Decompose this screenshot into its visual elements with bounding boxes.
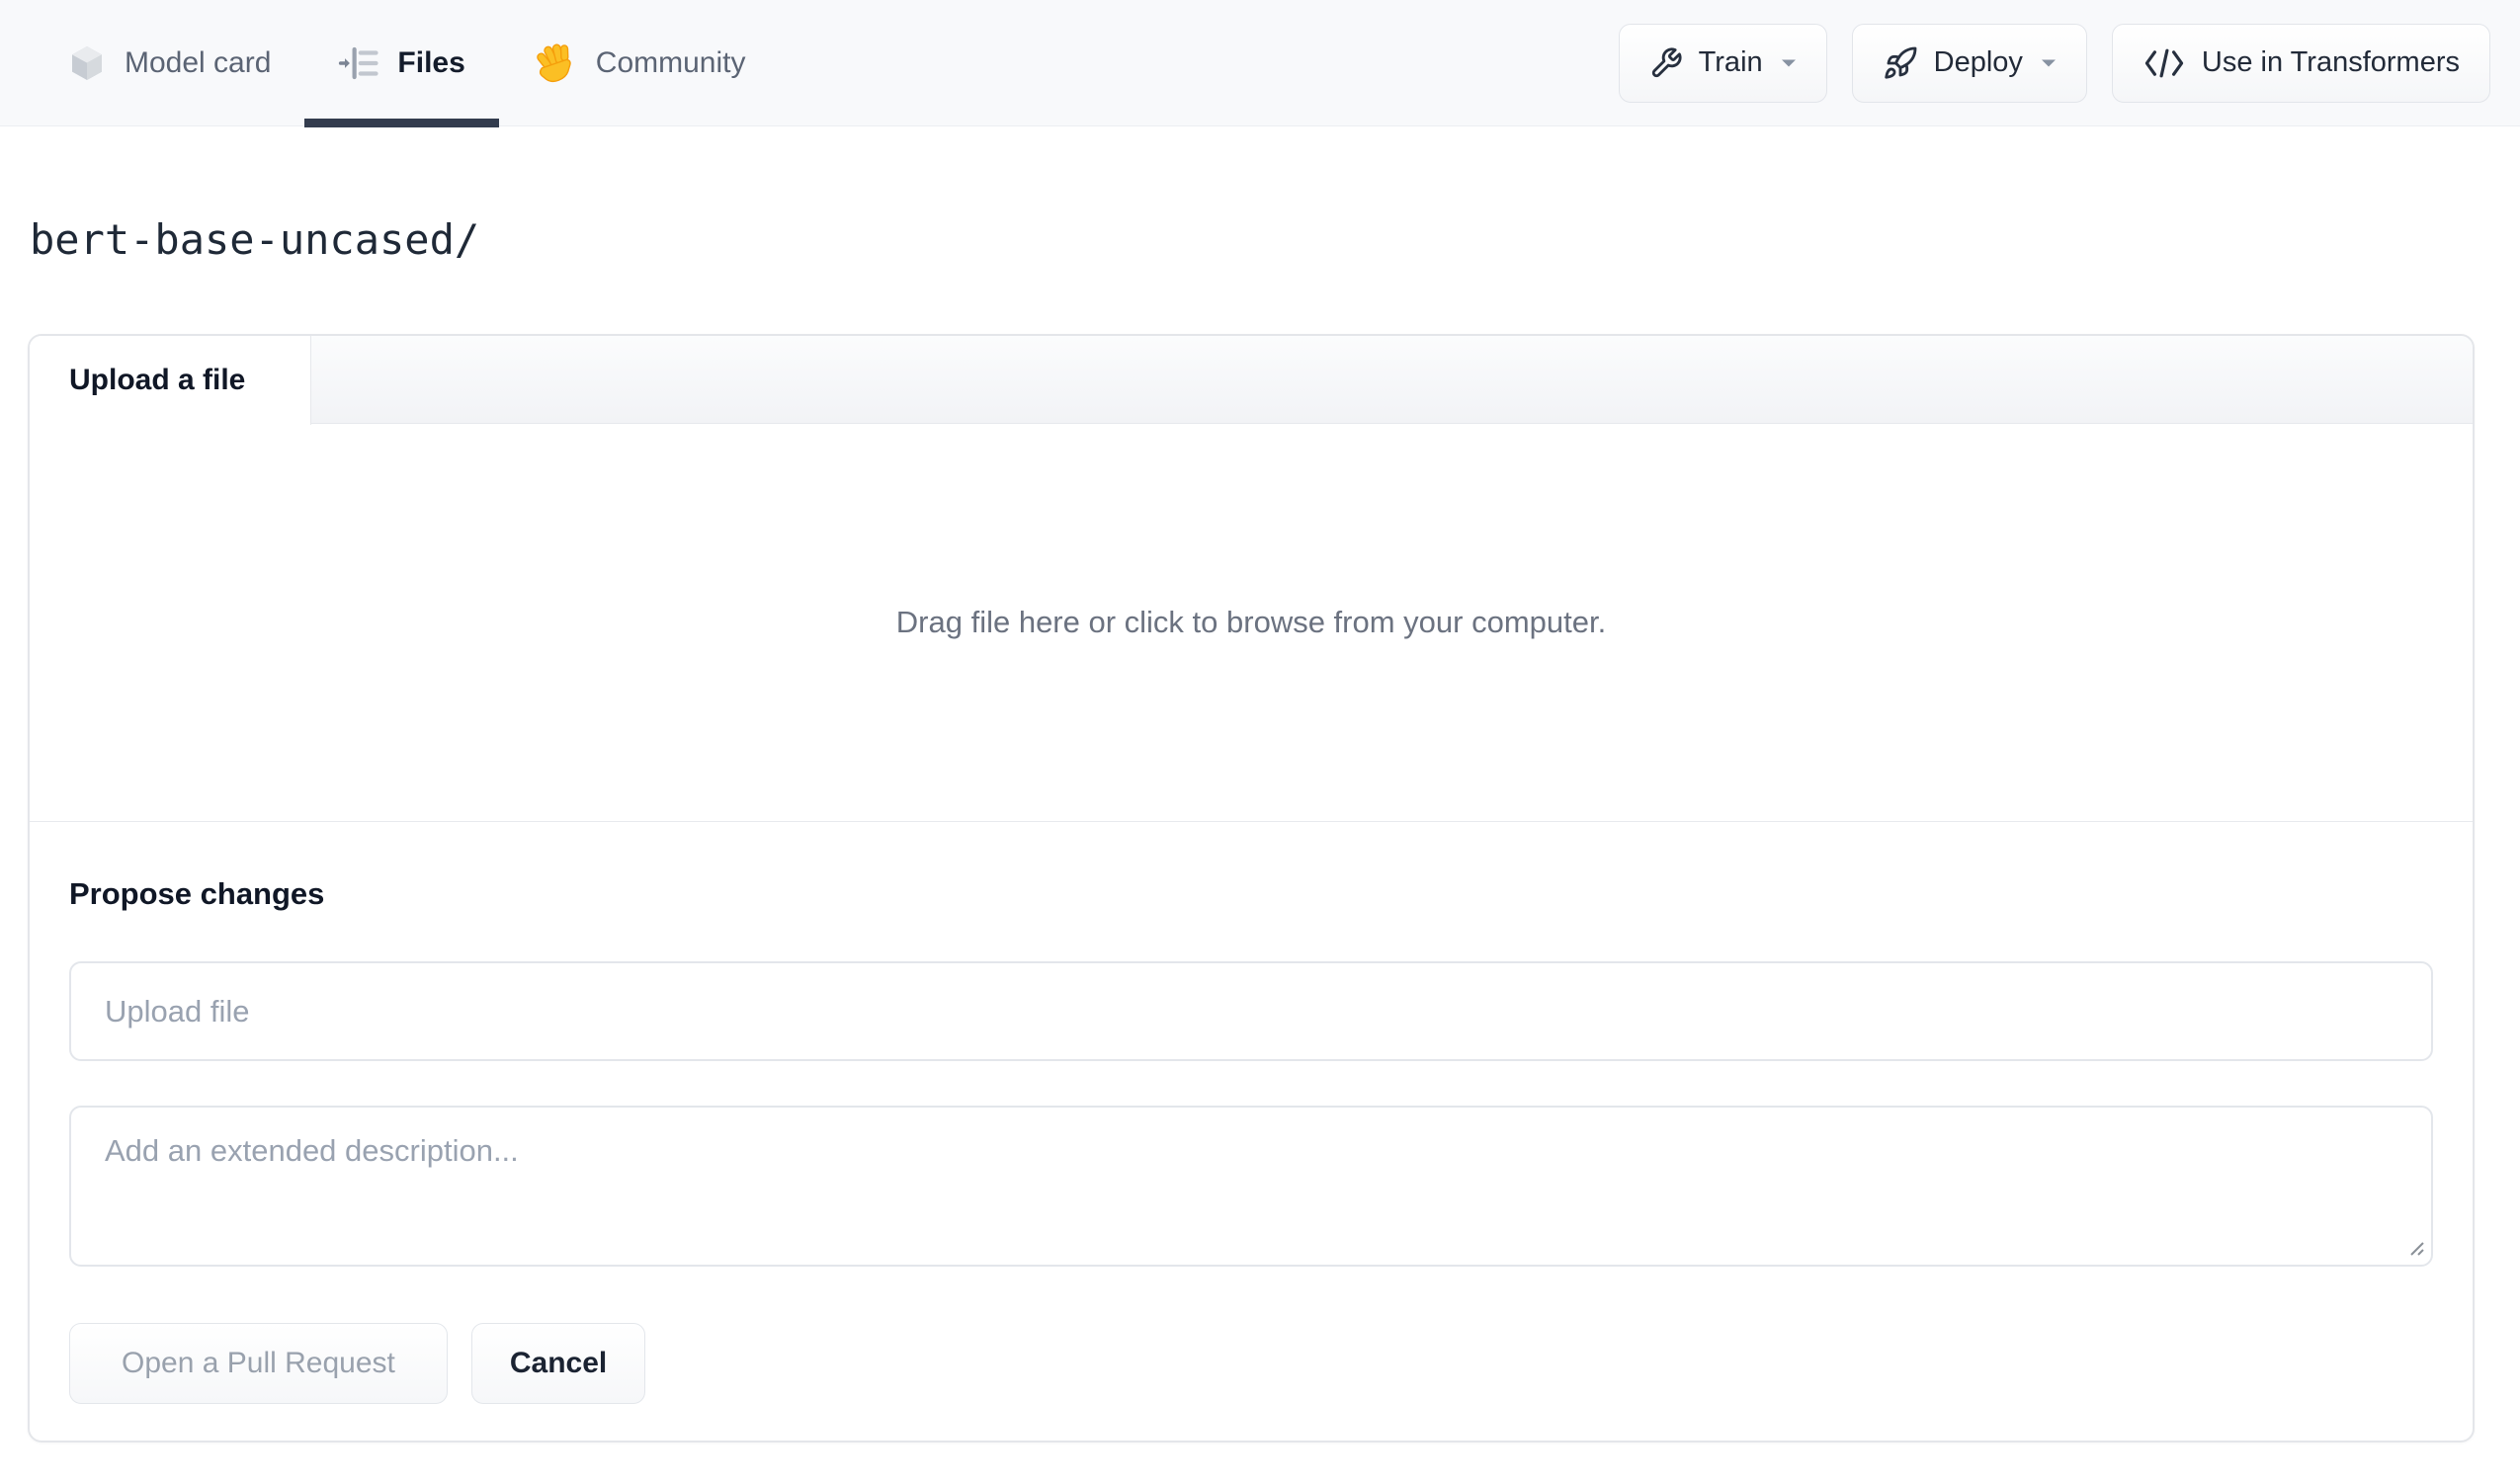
file-dropzone[interactable]: Drag file here or click to browse from y… xyxy=(30,424,2473,822)
code-icon xyxy=(2142,47,2186,79)
propose-changes-heading: Propose changes xyxy=(69,876,325,911)
tab-model-card[interactable]: Model card xyxy=(67,0,304,125)
repo-tabs: Model card Files Community xyxy=(67,0,780,127)
breadcrumb: bert-base-uncased/ xyxy=(30,215,2520,265)
train-button[interactable]: Train xyxy=(1618,23,1827,103)
upload-filename-input[interactable] xyxy=(69,961,2433,1061)
tab-label: Files xyxy=(397,45,465,79)
repo-tab-bar: Model card Files Community Train Deploy … xyxy=(0,0,2520,127)
active-tab-underline xyxy=(304,119,499,127)
chevron-down-icon xyxy=(1781,58,1797,68)
rocket-icon xyxy=(1883,45,1918,81)
repo-action-buttons: Train Deploy Use in Transformers xyxy=(1618,23,2490,103)
tab-upload-a-file[interactable]: Upload a file xyxy=(30,336,311,425)
upload-card: Upload a file Drag file here or click to… xyxy=(28,334,2475,1442)
waving-hand-icon xyxy=(533,41,578,86)
propose-actions: Open a Pull Request Cancel xyxy=(69,1323,2433,1404)
repo-path[interactable]: bert-base-uncased/ xyxy=(30,215,479,264)
tab-community[interactable]: Community xyxy=(499,0,780,125)
action-label: Train xyxy=(1698,46,1763,78)
files-list-icon xyxy=(338,42,379,84)
chevron-down-icon xyxy=(2041,58,2057,68)
wrench-icon xyxy=(1649,46,1683,80)
cancel-button[interactable]: Cancel xyxy=(470,1323,646,1404)
tab-files[interactable]: Files xyxy=(304,0,499,127)
deploy-button[interactable]: Deploy xyxy=(1851,23,2087,103)
cube-icon xyxy=(67,43,107,83)
upload-card-tab-bar: Upload a file xyxy=(30,336,2473,425)
extended-description-textarea[interactable] xyxy=(69,1106,2433,1267)
tab-label: Community xyxy=(595,45,746,79)
action-label: Deploy xyxy=(1933,46,2023,78)
propose-changes-section: Propose changes Open a Pull Request Canc… xyxy=(30,876,2473,1441)
resize-grip-icon[interactable] xyxy=(2399,1231,2425,1257)
description-field-wrapper xyxy=(69,1106,2433,1267)
dropzone-text: Drag file here or click to browse from y… xyxy=(895,605,1607,639)
open-pull-request-button[interactable]: Open a Pull Request xyxy=(69,1323,448,1404)
action-label: Use in Transformers xyxy=(2201,46,2460,78)
tab-label: Model card xyxy=(125,45,272,79)
use-in-transformers-button[interactable]: Use in Transformers xyxy=(2111,23,2490,103)
